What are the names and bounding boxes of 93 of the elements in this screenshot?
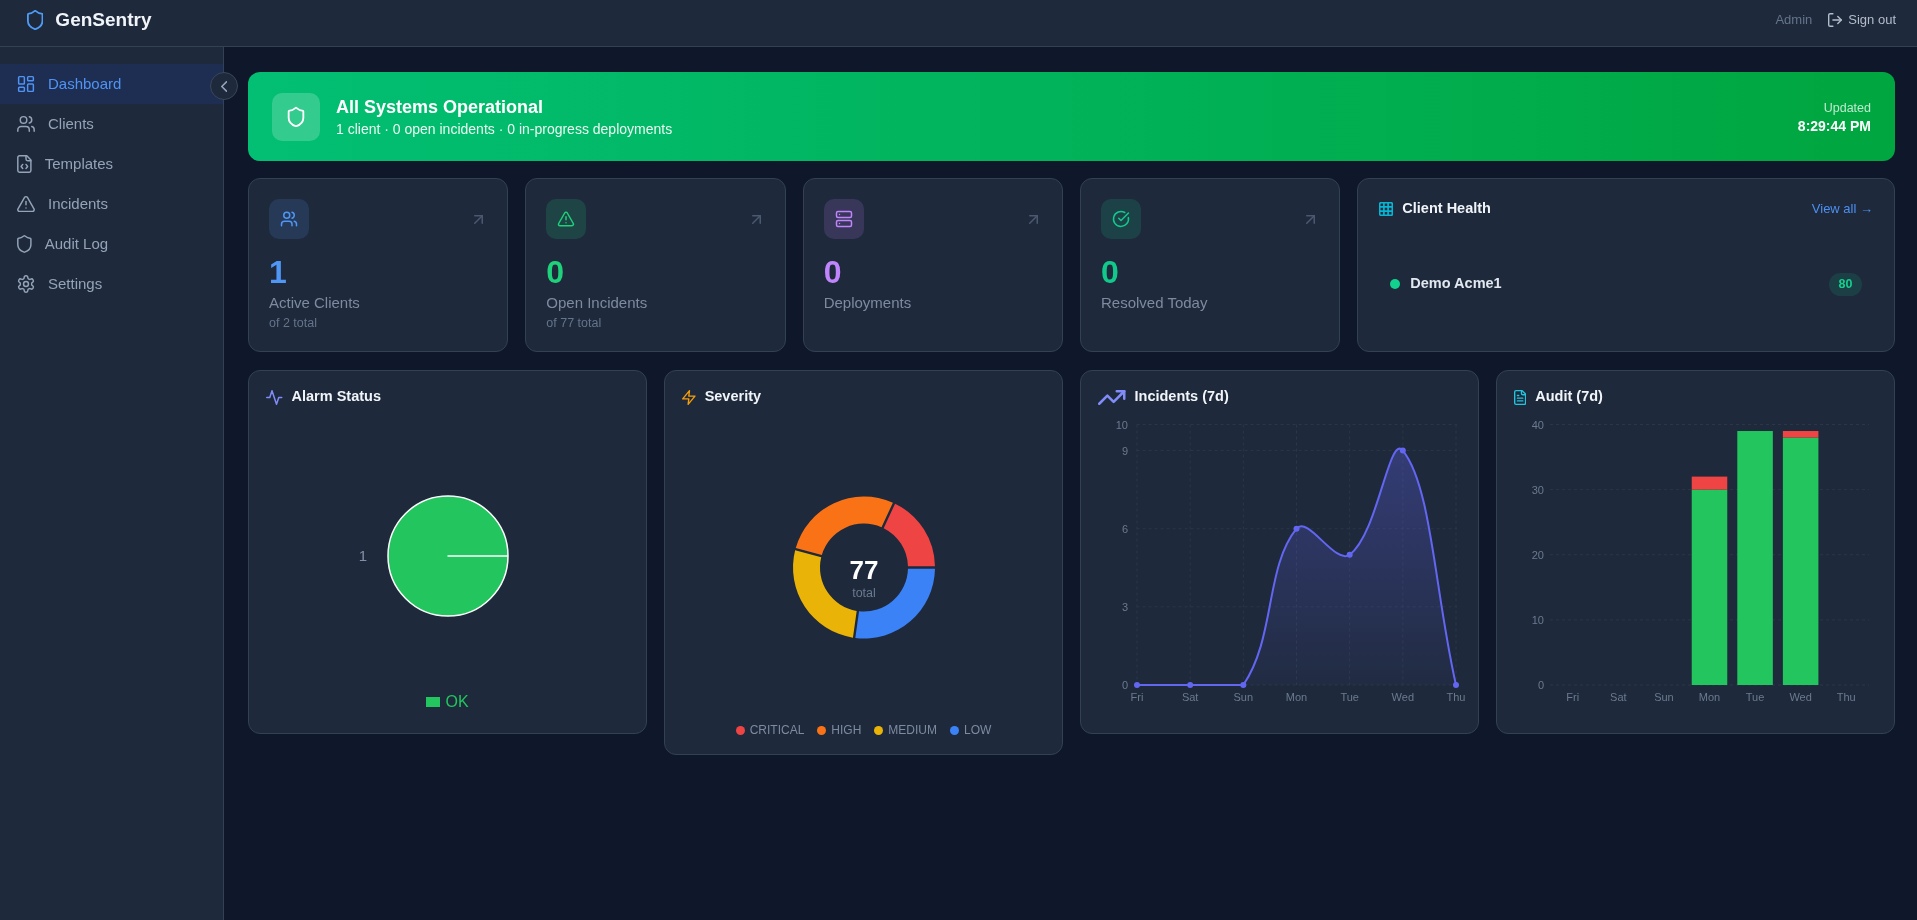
warning-icon <box>17 195 35 213</box>
x-axis-label: Sun <box>1654 690 1674 703</box>
health-score: 80 <box>1829 272 1862 296</box>
x-axis-label: Thu <box>1836 690 1856 703</box>
shield-icon <box>17 235 32 253</box>
banner-title: All Systems Operational <box>336 95 545 119</box>
data-point <box>1399 447 1406 454</box>
nav-item[interactable]: Audit Log <box>0 224 223 264</box>
x-axis-label: Mon <box>1698 690 1721 703</box>
user-name: Admin <box>1775 11 1813 30</box>
legend-label: MEDIUM <box>888 722 937 739</box>
card-title: Audit (7d) <box>1535 387 1603 407</box>
users-icon <box>269 199 309 239</box>
card-title: Incidents (7d) <box>1134 387 1229 407</box>
nav-item[interactable]: Incidents <box>0 184 223 224</box>
y-axis-label: 40 <box>1531 419 1544 431</box>
client-name: Demo Acme1 <box>1410 274 1502 294</box>
stat-subtext: of 2 total <box>269 315 318 331</box>
dashboard-icon <box>17 75 35 93</box>
legend-label: OK <box>445 692 469 712</box>
y-axis-label: 6 <box>1121 522 1128 535</box>
grid-icon <box>1379 202 1394 216</box>
y-axis-label: 20 <box>1531 548 1544 561</box>
users-icon <box>17 115 35 133</box>
card-title: Client Health <box>1402 199 1491 219</box>
x-axis-label: Fri <box>1566 690 1580 703</box>
x-axis-label: Wed <box>1391 690 1415 703</box>
sign-out-button[interactable]: Sign out <box>1828 10 1896 30</box>
x-axis-label: Mon <box>1285 690 1308 703</box>
data-point <box>1134 682 1140 688</box>
x-axis-label: Sun <box>1233 690 1254 703</box>
settings-icon <box>17 275 35 293</box>
x-axis-label: Sat <box>1610 690 1627 703</box>
y-axis-label: 9 <box>1121 444 1128 457</box>
data-point <box>1240 682 1247 688</box>
document-icon <box>1514 389 1527 405</box>
total-value: 77 <box>849 555 879 585</box>
warning-icon <box>546 199 587 239</box>
x-axis-label: Sat <box>1181 690 1199 703</box>
updated-time: 8:29:44 PM <box>1797 116 1871 135</box>
y-axis-label: 10 <box>1115 419 1128 431</box>
card-title: Alarm Status <box>291 387 381 407</box>
legend-label: LOW <box>964 722 992 739</box>
arrow-up-right-icon <box>1029 214 1038 224</box>
x-axis-label: Thu <box>1446 690 1466 703</box>
x-axis-label: Tue <box>1745 690 1765 703</box>
updated-label: Updated <box>1822 99 1871 117</box>
stat-subtext: of 77 total <box>546 315 603 331</box>
data-point <box>1293 525 1300 532</box>
y-axis-label: 0 <box>1121 679 1128 691</box>
brand-name: GenSentry <box>55 7 152 32</box>
nav-item[interactable]: Settings <box>0 264 223 304</box>
data-point <box>1187 682 1194 688</box>
stat-label: Open Incidents <box>546 293 649 313</box>
x-axis-label: Tue <box>1340 690 1359 703</box>
stat-value: 0 <box>546 253 566 291</box>
legend-swatch-icon <box>426 697 441 707</box>
shield-icon <box>27 10 44 30</box>
arrow-up-right-icon <box>1306 214 1316 224</box>
x-axis-label: Fri <box>1130 690 1144 703</box>
stat-label: Deployments <box>823 293 913 313</box>
banner-summary: 1 client · 0 open incidents · 0 in-progress deployments <box>336 119 673 139</box>
nav-item[interactable]: Clients <box>0 104 223 144</box>
y-axis-label: 30 <box>1531 483 1544 496</box>
stat-value: 0 <box>823 253 843 291</box>
logout-icon <box>1828 13 1843 27</box>
pulse-icon <box>266 389 283 405</box>
stat-value: 1 <box>269 253 288 291</box>
x-axis-label: Wed <box>1789 690 1812 703</box>
y-axis-label: 0 <box>1537 679 1544 691</box>
stat-label: Resolved Today <box>1101 293 1209 313</box>
shield-icon <box>272 92 320 141</box>
y-axis-label: 10 <box>1531 613 1544 626</box>
stat-label: Active Clients <box>269 293 361 313</box>
trend-up-icon <box>1098 389 1126 405</box>
legend-label: CRITICAL <box>749 722 805 739</box>
data-point <box>1453 682 1459 688</box>
data-label: 1 <box>358 547 368 564</box>
server-icon <box>823 199 864 239</box>
nav-item[interactable]: Dashboard <box>0 64 223 104</box>
lightning-icon <box>682 389 696 405</box>
legend-label: HIGH <box>831 722 862 739</box>
view-all-link[interactable]: View all → <box>1811 199 1873 219</box>
stat-value: 0 <box>1101 253 1120 291</box>
arrow-up-right-icon <box>474 214 484 224</box>
code-file-icon <box>17 155 32 173</box>
data-point <box>1346 551 1353 558</box>
total-label: total <box>852 586 876 600</box>
card-title: Severity <box>704 387 762 407</box>
chevron-left-icon <box>220 80 228 92</box>
nav-item[interactable]: Templates <box>0 144 223 184</box>
arrow-up-right-icon <box>751 214 761 224</box>
y-axis-label: 3 <box>1121 600 1128 613</box>
